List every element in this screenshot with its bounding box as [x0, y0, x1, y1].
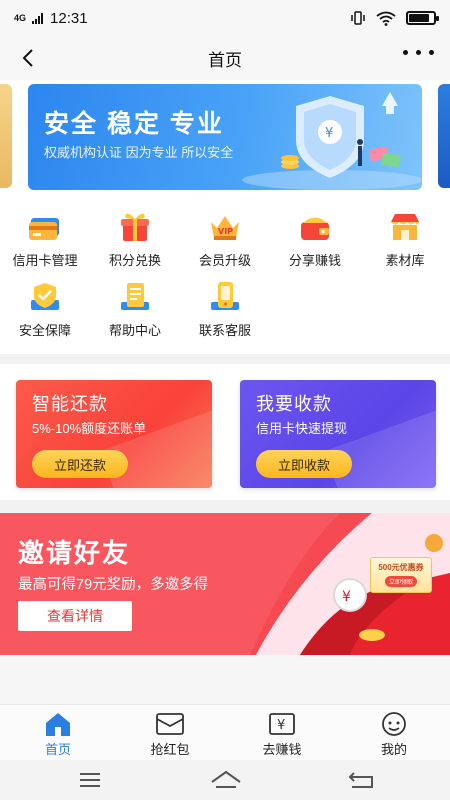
- tab-label: 我的: [380, 742, 407, 757]
- help-doc-icon: [121, 283, 149, 310]
- shield-check-icon: [31, 283, 59, 310]
- vibrate-icon: [351, 11, 365, 25]
- clock: 12:31: [50, 9, 88, 27]
- page-title: 首页: [208, 50, 242, 70]
- menu-icon[interactable]: [70, 768, 110, 792]
- view-details-button[interactable]: 查看详情: [18, 601, 132, 631]
- profile-icon: [382, 712, 406, 736]
- battery-icon: [406, 11, 439, 25]
- grid-item-help-center[interactable]: 帮助中心: [90, 280, 180, 339]
- grid-item-label: 信用卡管理: [12, 253, 78, 268]
- svg-text:¥: ¥: [325, 126, 333, 141]
- banner-next-peek[interactable]: [438, 84, 450, 188]
- grid-item-label: 会员升级: [198, 253, 251, 268]
- credit-card-icon: [29, 218, 59, 240]
- smart-repay-card[interactable]: 智能还款 5%-10%额度还账单 立即还款: [16, 380, 212, 488]
- section-divider: [0, 500, 450, 513]
- grid-item-label: 安全保障: [18, 323, 71, 338]
- tab-label: 首页: [44, 742, 71, 757]
- bottom-tab-bar: 首页 抢红包 ¥ 去赚钱 我的: [0, 704, 450, 760]
- banner-slide[interactable]: 安全 稳定 专业 权威机构认证 因为专业 所以安全 ¥: [28, 84, 422, 190]
- battery-fill: [409, 14, 430, 22]
- signal-icon: [32, 12, 44, 24]
- grid-item-share-earn[interactable]: 分享赚钱: [270, 210, 360, 269]
- grid-item-member-upgrade[interactable]: VIP 会员升级: [180, 210, 270, 269]
- home-nav-icon[interactable]: [206, 768, 246, 792]
- red-envelope-icon: [156, 713, 184, 735]
- security-shield-illustration: ¥: [242, 92, 422, 190]
- receive-now-button[interactable]: 立即收款: [256, 450, 352, 478]
- wifi-icon: [376, 11, 396, 26]
- back-nav-icon[interactable]: [342, 768, 382, 792]
- store-icon: [391, 214, 419, 240]
- chevron-left-icon: [22, 49, 33, 67]
- banner-title: 安全 稳定 专业: [44, 110, 224, 138]
- status-bar: 4G 12:31: [0, 0, 450, 36]
- nav-bar: 首页: [0, 36, 450, 80]
- invite-friends-banner[interactable]: ¥ 邀请好友 最高可得79元奖励，多邀多得 查看详情 500元优惠券 立即领取: [0, 513, 450, 655]
- grid-item-label: 素材库: [385, 253, 425, 268]
- grid-item-credit-card-manage[interactable]: 信用卡管理: [0, 210, 90, 269]
- status-right: [350, 10, 439, 26]
- content-footer: [0, 655, 450, 704]
- invite-title: 邀请好友: [18, 538, 131, 568]
- feature-grid-row: 信用卡管理 积分兑换 VIP 会员升级 分享赚钱 素材库: [0, 210, 450, 280]
- card-subtitle: 5%-10%额度还账单: [32, 421, 147, 436]
- invite-subtitle: 最高可得79元奖励，多邀多得: [18, 577, 209, 593]
- receive-payment-card[interactable]: 我要收款 信用卡快速提现 立即收款: [240, 380, 436, 488]
- status-left: 4G 12:31: [14, 10, 88, 27]
- section-divider: [0, 354, 450, 364]
- back-button[interactable]: [14, 44, 42, 72]
- banner-prev-peek[interactable]: [0, 84, 12, 188]
- share-wallet-icon: [301, 217, 329, 240]
- coupon-value: 500元优惠券: [378, 563, 424, 572]
- grid-item-label: 帮助中心: [108, 323, 161, 338]
- tab-grab-red-envelope[interactable]: 抢红包: [114, 705, 226, 761]
- svg-text:¥: ¥: [277, 718, 285, 733]
- tab-earn-money[interactable]: ¥ 去赚钱: [226, 705, 338, 761]
- main-content: 安全 稳定 专业 权威机构认证 因为专业 所以安全 ¥ 信用卡管理 积分兑换 V…: [0, 80, 450, 704]
- card-subtitle: 信用卡快速提现: [256, 421, 348, 436]
- svg-text:¥: ¥: [342, 589, 351, 605]
- grid-item-label: 积分兑换: [108, 253, 161, 268]
- grid-item-label: 分享赚钱: [288, 253, 341, 268]
- tab-home[interactable]: 首页: [2, 705, 114, 761]
- phone-service-icon: [211, 282, 239, 310]
- grid-item-points-exchange[interactable]: 积分兑换: [90, 210, 180, 269]
- svg-text:VIP: VIP: [218, 227, 233, 236]
- grid-item-label: 联系客服: [198, 323, 251, 338]
- tab-profile[interactable]: 我的: [338, 705, 450, 761]
- banner-subtitle: 权威机构认证 因为专业 所以安全: [44, 145, 234, 160]
- earn-money-icon: ¥: [269, 713, 295, 735]
- grid-item-security[interactable]: 安全保障: [0, 280, 90, 339]
- tab-label: 抢红包: [150, 742, 190, 757]
- more-dot-icon: [429, 50, 434, 55]
- coupon-claim: 立即领取: [384, 576, 417, 587]
- feature-grid-row: 安全保障 帮助中心 联系客服: [0, 280, 450, 350]
- grid-item-customer-service[interactable]: 联系客服: [180, 280, 270, 339]
- grid-item-material-library[interactable]: 素材库: [360, 210, 450, 269]
- card-title: 智能还款: [32, 394, 108, 414]
- tab-label: 去赚钱: [262, 742, 302, 757]
- system-nav-bar: [0, 760, 450, 800]
- network-indicator: 4G: [14, 12, 27, 23]
- repay-now-button[interactable]: 立即还款: [32, 450, 128, 478]
- home-icon: [46, 713, 70, 736]
- card-title: 我要收款: [256, 394, 332, 414]
- coupon-badge: 500元优惠券 立即领取: [370, 557, 432, 593]
- more-dot-icon: [403, 50, 408, 55]
- gift-icon: [121, 213, 149, 241]
- vip-icon: VIP: [211, 216, 239, 240]
- more-dot-icon: [416, 50, 421, 55]
- banner-carousel[interactable]: 安全 稳定 专业 权威机构认证 因为专业 所以安全 ¥: [0, 80, 450, 196]
- more-button[interactable]: [403, 50, 434, 55]
